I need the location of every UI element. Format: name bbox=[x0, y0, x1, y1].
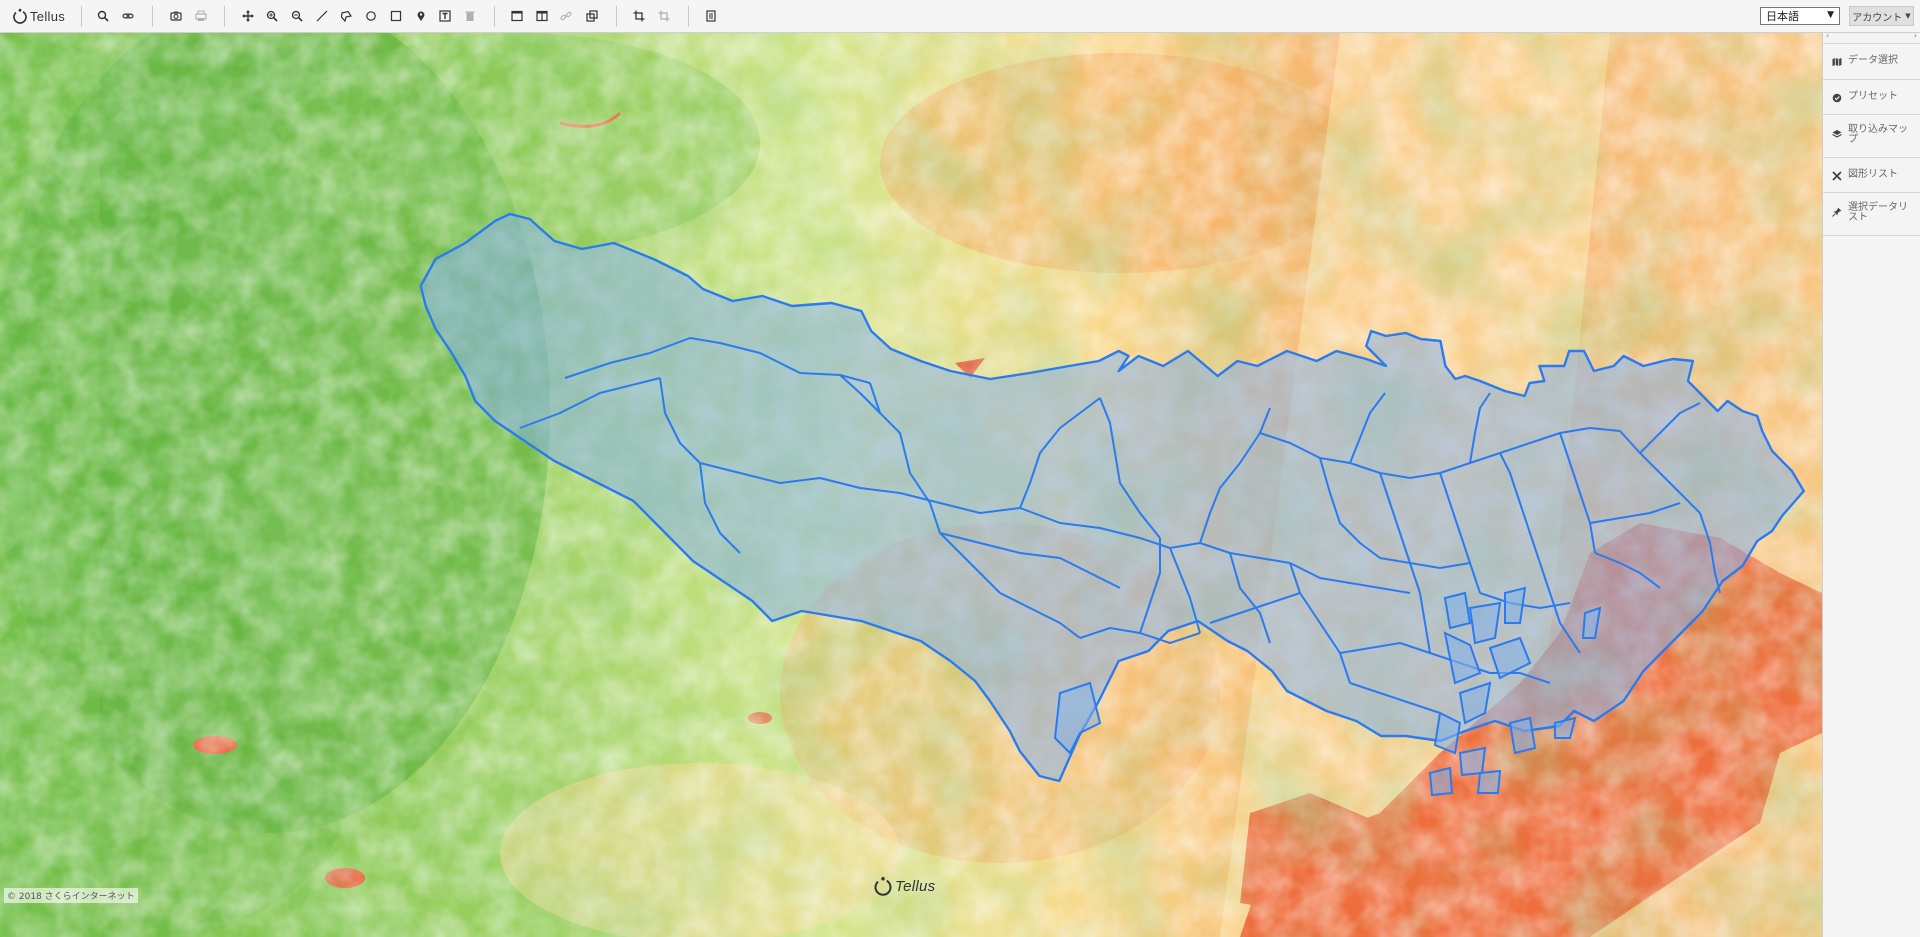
panel-item-shape-list[interactable]: 図形リスト bbox=[1823, 158, 1920, 193]
toolbar-separator bbox=[224, 6, 225, 27]
camera-icon[interactable] bbox=[168, 8, 184, 24]
toolbar-separator bbox=[688, 6, 689, 27]
panel-item-preset[interactable]: プリセット bbox=[1823, 80, 1920, 115]
sync-link-icon[interactable] bbox=[558, 8, 574, 24]
split-view-icon[interactable] bbox=[534, 8, 550, 24]
panel-item-label: データ選択 bbox=[1848, 55, 1898, 66]
toolbar-separator bbox=[81, 6, 82, 27]
panel-item-selected-data-list[interactable]: 選択データリスト bbox=[1823, 193, 1920, 236]
zoom-in-icon[interactable] bbox=[264, 8, 280, 24]
search-icon[interactable] bbox=[95, 8, 111, 24]
account-button-label: アカウント bbox=[1852, 12, 1903, 24]
trash-icon[interactable] bbox=[462, 8, 478, 24]
toolbar-separator bbox=[494, 6, 495, 27]
zoom-out-icon[interactable] bbox=[289, 8, 305, 24]
draw-line-icon[interactable] bbox=[314, 8, 330, 24]
preset-icon bbox=[1832, 93, 1842, 103]
pan-icon[interactable] bbox=[240, 8, 256, 24]
map-canvas[interactable]: © 2018 さくらインターネット Tellus bbox=[0, 33, 1822, 937]
pin-icon bbox=[1832, 207, 1842, 217]
app-logo[interactable]: Tellus bbox=[12, 6, 65, 26]
crop-icon[interactable] bbox=[631, 8, 647, 24]
map-watermark-logo: Tellus bbox=[873, 876, 935, 896]
overlay-icon[interactable] bbox=[584, 8, 600, 24]
panel-item-label: 図形リスト bbox=[1848, 169, 1898, 180]
map-icon bbox=[1832, 58, 1842, 66]
language-select-value: 日本語 bbox=[1766, 10, 1799, 23]
side-panel: ‹ › データ選択 プリセット 取り込みマップ 図形リスト 選択データリスト bbox=[1822, 31, 1920, 937]
map-watermark-text: Tellus bbox=[895, 877, 936, 895]
chevron-down-icon: ▼ bbox=[1905, 12, 1911, 20]
single-view-icon[interactable] bbox=[509, 8, 525, 24]
toolbar-separator bbox=[152, 6, 153, 27]
tellus-logo-icon bbox=[13, 8, 27, 24]
chevron-left-icon[interactable]: ‹ bbox=[1826, 31, 1829, 40]
chevron-right-icon[interactable]: › bbox=[1914, 31, 1917, 40]
satellite-map-image bbox=[0, 33, 1822, 937]
text-icon[interactable] bbox=[437, 8, 453, 24]
language-select[interactable]: 日本語 ▼ bbox=[1760, 7, 1840, 25]
print-icon[interactable] bbox=[193, 8, 209, 24]
marker-icon[interactable] bbox=[413, 8, 429, 24]
map-copyright: © 2018 さくらインターネット bbox=[4, 888, 138, 903]
draw-rectangle-icon[interactable] bbox=[388, 8, 404, 24]
toolbar-separator bbox=[616, 6, 617, 27]
tellus-logo-icon bbox=[874, 877, 892, 896]
link-icon[interactable] bbox=[120, 8, 136, 24]
draw-circle-icon[interactable] bbox=[363, 8, 379, 24]
panel-item-label: 取り込みマップ bbox=[1848, 124, 1908, 145]
app-logo-text: Tellus bbox=[30, 8, 66, 24]
dropdown-caret-icon: ▼ bbox=[1827, 10, 1834, 20]
panel-item-label: 選択データリスト bbox=[1848, 202, 1908, 223]
panel-item-label: プリセット bbox=[1848, 91, 1898, 102]
draw-polygon-icon[interactable] bbox=[338, 8, 354, 24]
panel-collapse-bar[interactable]: ‹ › bbox=[1823, 31, 1920, 44]
account-button[interactable]: アカウント ▼ bbox=[1849, 6, 1914, 26]
panel-item-data-select[interactable]: データ選択 bbox=[1823, 44, 1920, 80]
crop-disabled-icon[interactable] bbox=[656, 8, 672, 24]
panel-item-imported-map[interactable]: 取り込みマップ bbox=[1823, 115, 1920, 158]
shape-list-icon bbox=[1832, 171, 1842, 181]
layers-icon bbox=[1832, 130, 1842, 138]
toolbar: Tellus 日本語 ▼ アカウント ▼ bbox=[0, 0, 1920, 33]
document-icon[interactable] bbox=[703, 8, 719, 24]
